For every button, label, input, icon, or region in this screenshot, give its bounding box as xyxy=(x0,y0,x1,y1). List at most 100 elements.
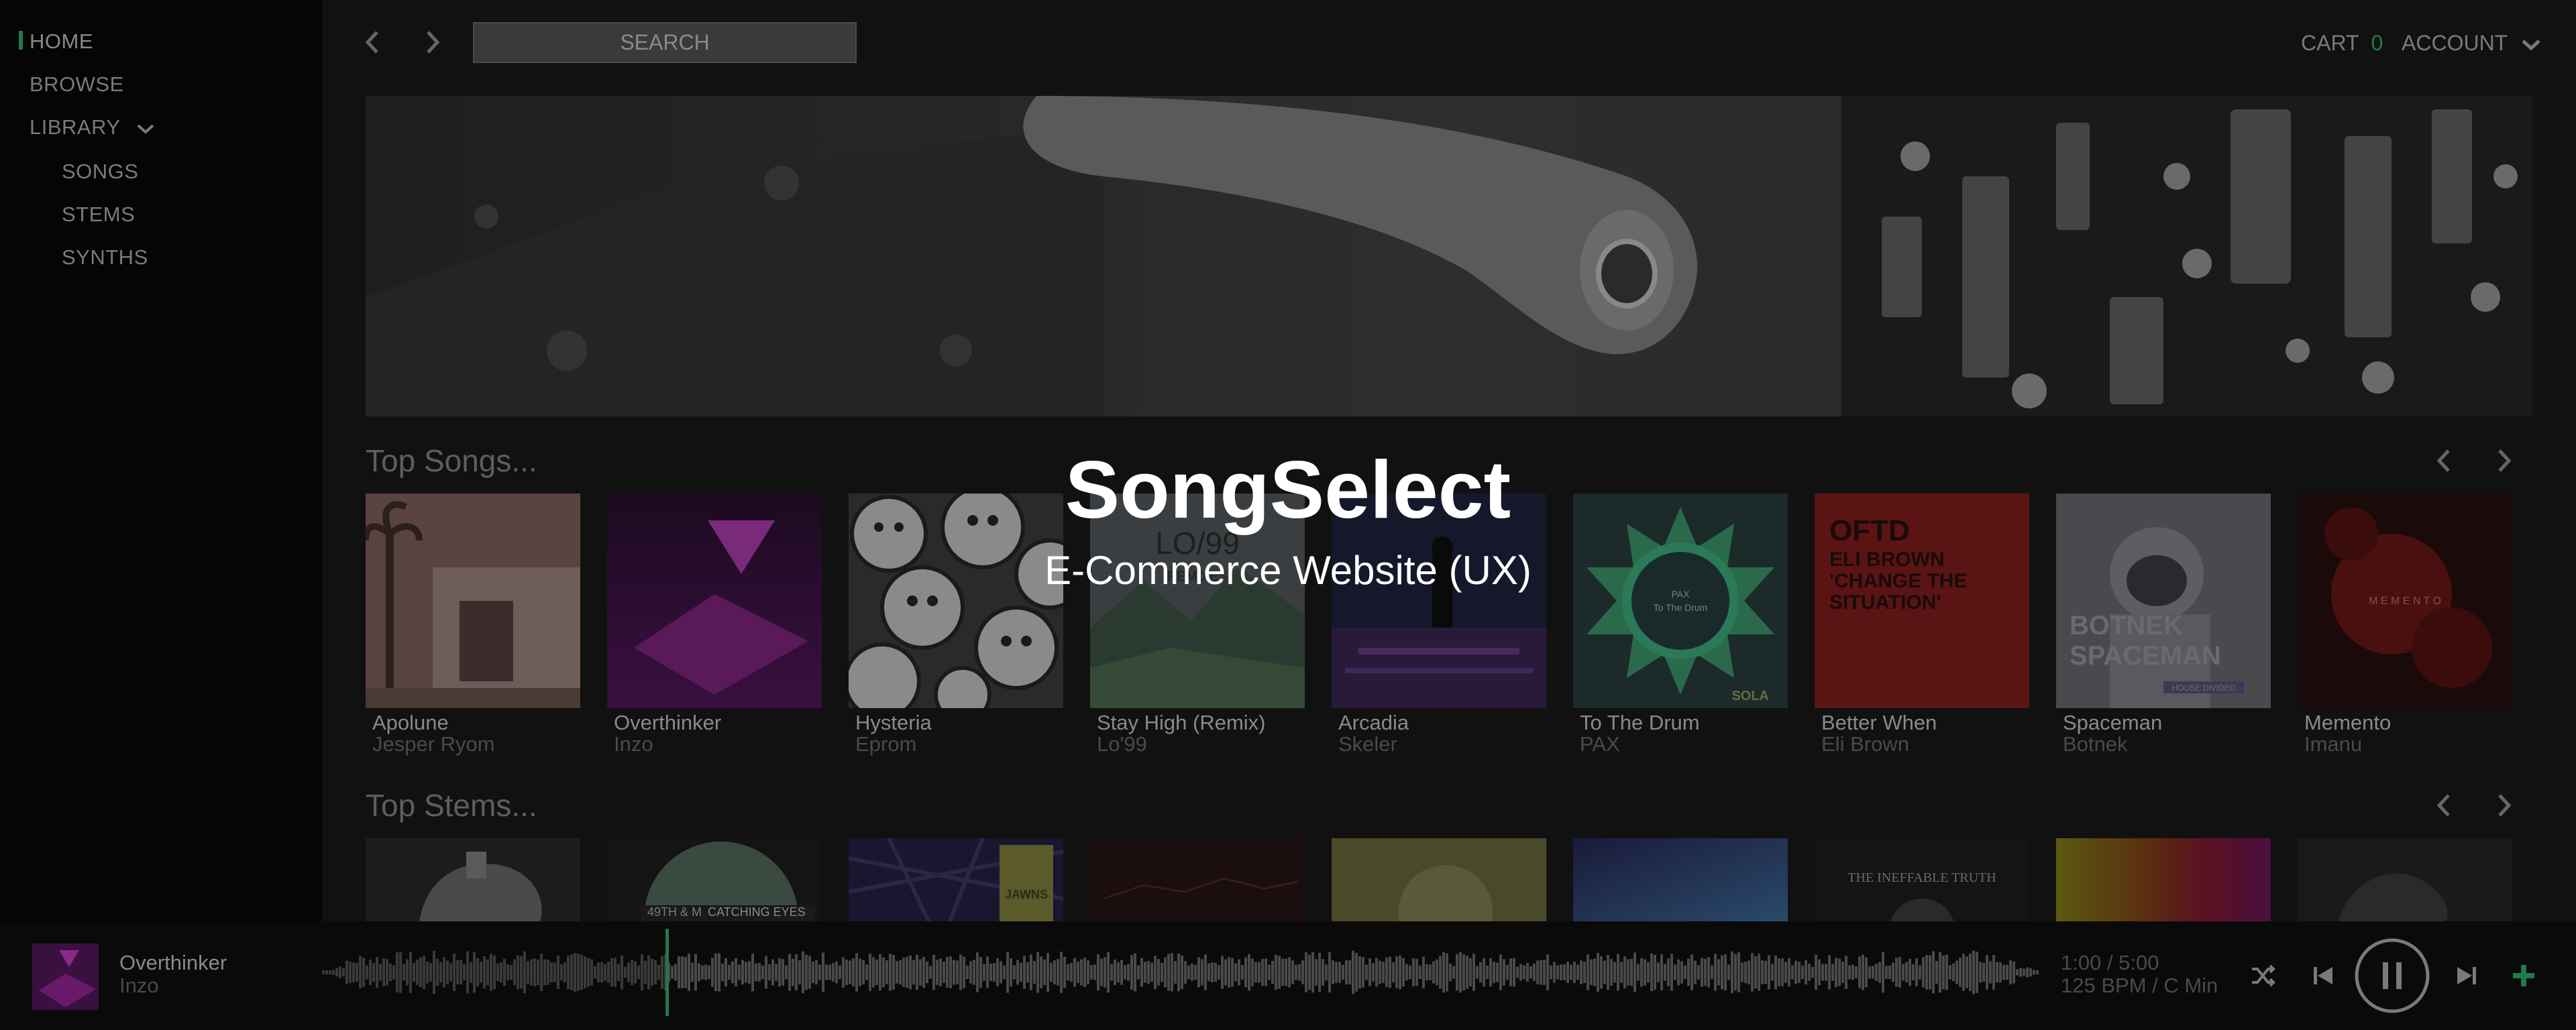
waveform-bar xyxy=(433,950,435,994)
hero-banner[interactable] xyxy=(366,96,2532,416)
waveform-bar xyxy=(1872,966,1874,979)
sidebar-item-synths[interactable]: SYNTHS xyxy=(62,245,148,270)
waveform-bar xyxy=(1737,952,1740,992)
stem-card[interactable] xyxy=(366,838,580,922)
plus-icon[interactable] xyxy=(2511,963,2536,988)
sidebar-item-home[interactable]: HOME xyxy=(30,30,93,54)
waveform-bar xyxy=(1526,962,1529,982)
waveform-bar xyxy=(399,952,402,993)
waveform-bar xyxy=(1050,962,1053,982)
sidebar-item-songs[interactable]: SONGS xyxy=(62,160,138,184)
waveform-bar xyxy=(1966,956,1968,988)
waveform-bar xyxy=(1707,957,1710,988)
waveform-bar xyxy=(1570,964,1572,980)
stem-card[interactable]: JAWNS xyxy=(849,838,1063,922)
waveform-bar xyxy=(1392,962,1395,983)
waveform-bar xyxy=(852,958,855,986)
waveform-bar xyxy=(949,956,952,988)
account-menu[interactable]: ACCOUNT xyxy=(2402,31,2542,56)
waveform-bar xyxy=(1067,964,1069,981)
waveform-bar xyxy=(1576,964,1579,980)
playhead[interactable] xyxy=(665,929,669,1016)
waveform-bar xyxy=(678,956,680,988)
waveform-bar xyxy=(1690,954,1693,990)
waveform-bar xyxy=(1053,960,1056,985)
waveform-bar xyxy=(332,970,335,975)
waveform-bar xyxy=(785,965,788,980)
waveform-bar xyxy=(926,961,928,984)
waveform-bar xyxy=(1597,953,1599,992)
stem-card[interactable] xyxy=(1573,838,1788,922)
waveform-bar xyxy=(721,963,724,982)
waveform-bar xyxy=(879,954,881,991)
waveform-bar xyxy=(2009,960,2012,985)
stem-card[interactable] xyxy=(2056,838,2271,922)
waveform-bar xyxy=(1955,960,1958,984)
cart-link[interactable]: CART 0 xyxy=(2301,31,2383,56)
stem-card[interactable]: THE INEFFABLE TRUTH xyxy=(1815,838,2029,922)
waveform-bar xyxy=(1452,966,1455,979)
waveform-bar xyxy=(1499,954,1502,990)
waveform-bar xyxy=(963,956,965,988)
waveform-bar xyxy=(463,964,466,981)
waveform-bar xyxy=(1701,958,1703,987)
waveform-bar xyxy=(1687,958,1690,986)
stem-art-text: THE INEFFABLE TRUTH xyxy=(1847,870,1996,885)
chevron-right-icon[interactable] xyxy=(416,25,449,59)
stem-card[interactable] xyxy=(2298,838,2512,922)
waveform-bar xyxy=(1372,963,1375,982)
waveform-bar xyxy=(1325,964,1328,980)
waveform-bar xyxy=(1744,961,1747,984)
sidebar-item-browse[interactable]: BROWSE xyxy=(30,72,124,97)
chevron-left-icon[interactable] xyxy=(356,25,389,59)
song-artist: Lo'99 xyxy=(1097,732,1147,756)
waveform-bar xyxy=(1751,953,1754,992)
waveform-bar xyxy=(758,963,761,982)
chevron-right-icon[interactable] xyxy=(2489,790,2520,821)
skip-forward-icon[interactable] xyxy=(2453,962,2480,989)
waveform-bar xyxy=(577,954,580,991)
stem-card[interactable] xyxy=(1332,838,1546,922)
waveform-bar xyxy=(939,958,942,986)
sidebar-item-library[interactable]: LIBRARY xyxy=(30,115,156,139)
waveform-bar xyxy=(1104,957,1106,988)
waveform-bar xyxy=(389,963,392,982)
shuffle-icon[interactable] xyxy=(2249,962,2276,989)
waveform-bar xyxy=(496,963,499,982)
search-input[interactable]: SEARCH xyxy=(473,22,857,63)
waveform-bar xyxy=(1087,960,1089,984)
waveform-bar xyxy=(1986,955,1988,990)
waveform-bar xyxy=(755,963,757,982)
sidebar-item-stems[interactable]: STEMS xyxy=(62,203,135,227)
waveform-bar xyxy=(1727,964,1730,980)
waveform-bar xyxy=(1362,957,1364,988)
waveform-bar xyxy=(1063,956,1066,988)
waveform-bar xyxy=(1600,956,1603,989)
pause-button[interactable] xyxy=(2353,937,2431,1015)
waveform-bar xyxy=(969,961,972,984)
waveform-bar xyxy=(1529,966,1532,979)
waveform-bar xyxy=(416,959,419,986)
waveform-bar xyxy=(1875,964,1878,981)
waveform-bar xyxy=(1258,962,1260,983)
song-title: To The Drum xyxy=(1580,711,1700,734)
waveform-scrubber[interactable] xyxy=(322,929,2039,1016)
waveform-bar xyxy=(1644,959,1646,986)
waveform-bar xyxy=(1184,960,1187,984)
waveform-bar xyxy=(1154,956,1157,989)
waveform-bar xyxy=(1432,961,1435,984)
player-album-art[interactable] xyxy=(32,943,99,1010)
waveform-bar xyxy=(1016,960,1019,985)
skip-back-icon[interactable] xyxy=(2310,962,2337,989)
stem-card[interactable] xyxy=(1090,838,1305,922)
waveform-bar xyxy=(1992,955,1995,990)
section-title-top-stems: Top Stems... xyxy=(366,788,537,823)
chevron-left-icon[interactable] xyxy=(2428,790,2459,821)
waveform-bar xyxy=(832,963,835,982)
waveform-bar xyxy=(1680,961,1683,984)
waveform-bar xyxy=(1865,957,1868,988)
song-title: Overthinker xyxy=(614,711,722,734)
song-artist: Jesper Ryom xyxy=(372,732,495,756)
stem-card[interactable]: 49TH & MAIN CATCHING EYES xyxy=(607,838,822,922)
waveform-bar xyxy=(916,954,918,990)
